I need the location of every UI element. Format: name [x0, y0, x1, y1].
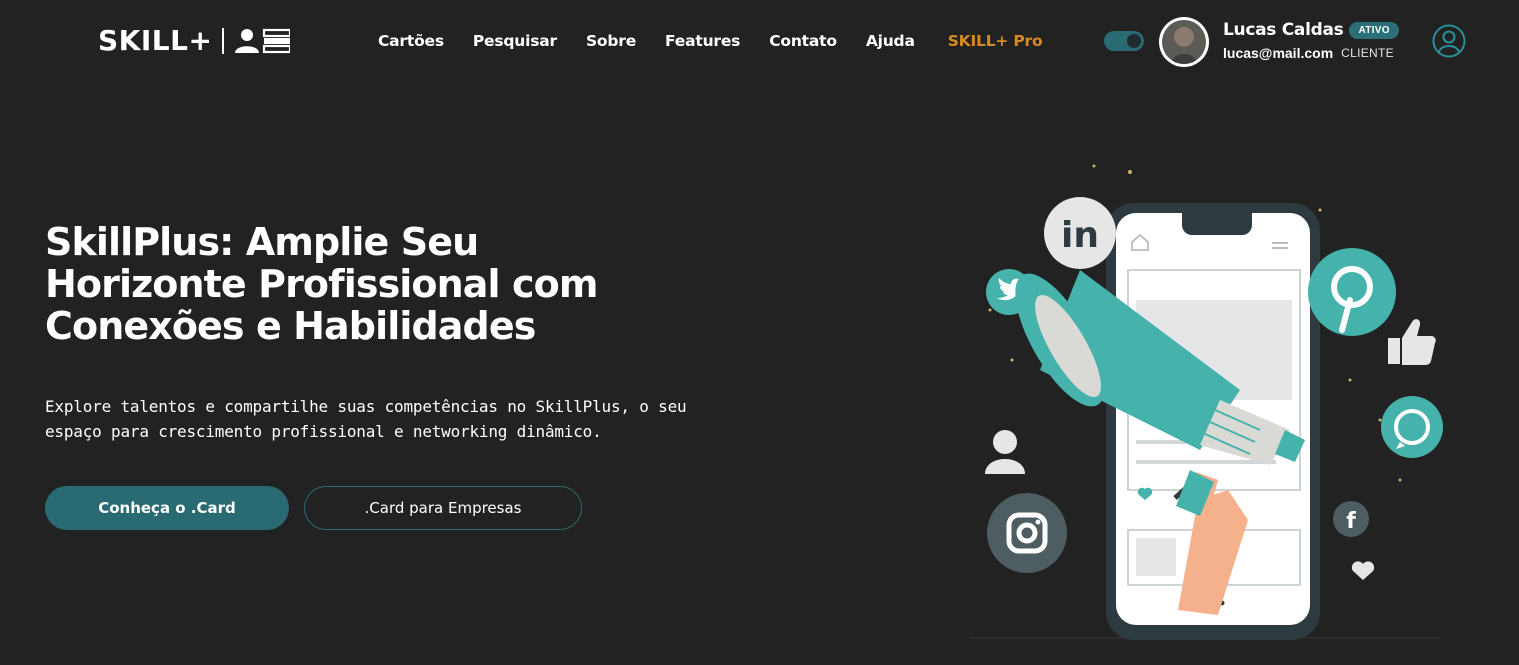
logo[interactable]: SKILL+	[98, 24, 291, 57]
avatar-photo	[1162, 20, 1206, 64]
nav-item-features[interactable]: Features	[665, 31, 740, 51]
conheca-card-button[interactable]: Conheça o .Card	[45, 486, 289, 530]
status-badge: ATIVO	[1349, 21, 1399, 39]
logo-divider	[222, 28, 225, 54]
user-email: lucas@mail.com	[1223, 45, 1334, 61]
hero-title: SkillPlus: Amplie Seu Horizonte Profissi…	[45, 220, 598, 348]
id-card-icon	[235, 28, 291, 54]
linkedin-icon: in	[1044, 197, 1116, 269]
thumbs-up-icon	[1388, 319, 1436, 365]
svg-text:in: in	[1061, 215, 1099, 256]
user-circle-icon[interactable]	[1432, 24, 1466, 58]
svg-text:f: f	[1346, 509, 1356, 534]
nav-item-ajuda[interactable]: Ajuda	[866, 31, 915, 51]
logo-text: SKILL+	[98, 24, 213, 57]
nav-item-cartoes[interactable]: Cartões	[378, 31, 444, 51]
user-icon	[985, 430, 1025, 474]
heart-icon	[1351, 561, 1375, 580]
nav-item-pesquisar[interactable]: Pesquisar	[473, 31, 557, 51]
toggle-knob	[1127, 34, 1141, 48]
avatar[interactable]	[1159, 17, 1209, 67]
user-name: Lucas Caldas	[1223, 20, 1344, 40]
card-empresas-button[interactable]: .Card para Empresas	[304, 486, 582, 530]
hero-description: Explore talentos e compartilhe suas comp…	[45, 397, 687, 441]
user-info: Lucas Caldas ATIVO lucas@mail.com CLIENT…	[1223, 20, 1399, 61]
user-role: CLIENTE	[1341, 46, 1394, 60]
theme-toggle[interactable]	[1104, 31, 1144, 51]
whatsapp-icon	[1381, 396, 1443, 458]
facebook-icon: f	[1333, 501, 1369, 537]
hero-illustration: in f	[970, 164, 1443, 640]
instagram-icon	[987, 493, 1067, 573]
pinterest-icon	[1308, 248, 1396, 336]
nav-item-contato[interactable]: Contato	[769, 31, 837, 51]
nav-item-sobre[interactable]: Sobre	[586, 31, 636, 51]
nav-item-skill-pro[interactable]: SKILL+ Pro	[948, 31, 1043, 51]
main-nav: Cartões Pesquisar Sobre Features Contato…	[378, 31, 1043, 51]
